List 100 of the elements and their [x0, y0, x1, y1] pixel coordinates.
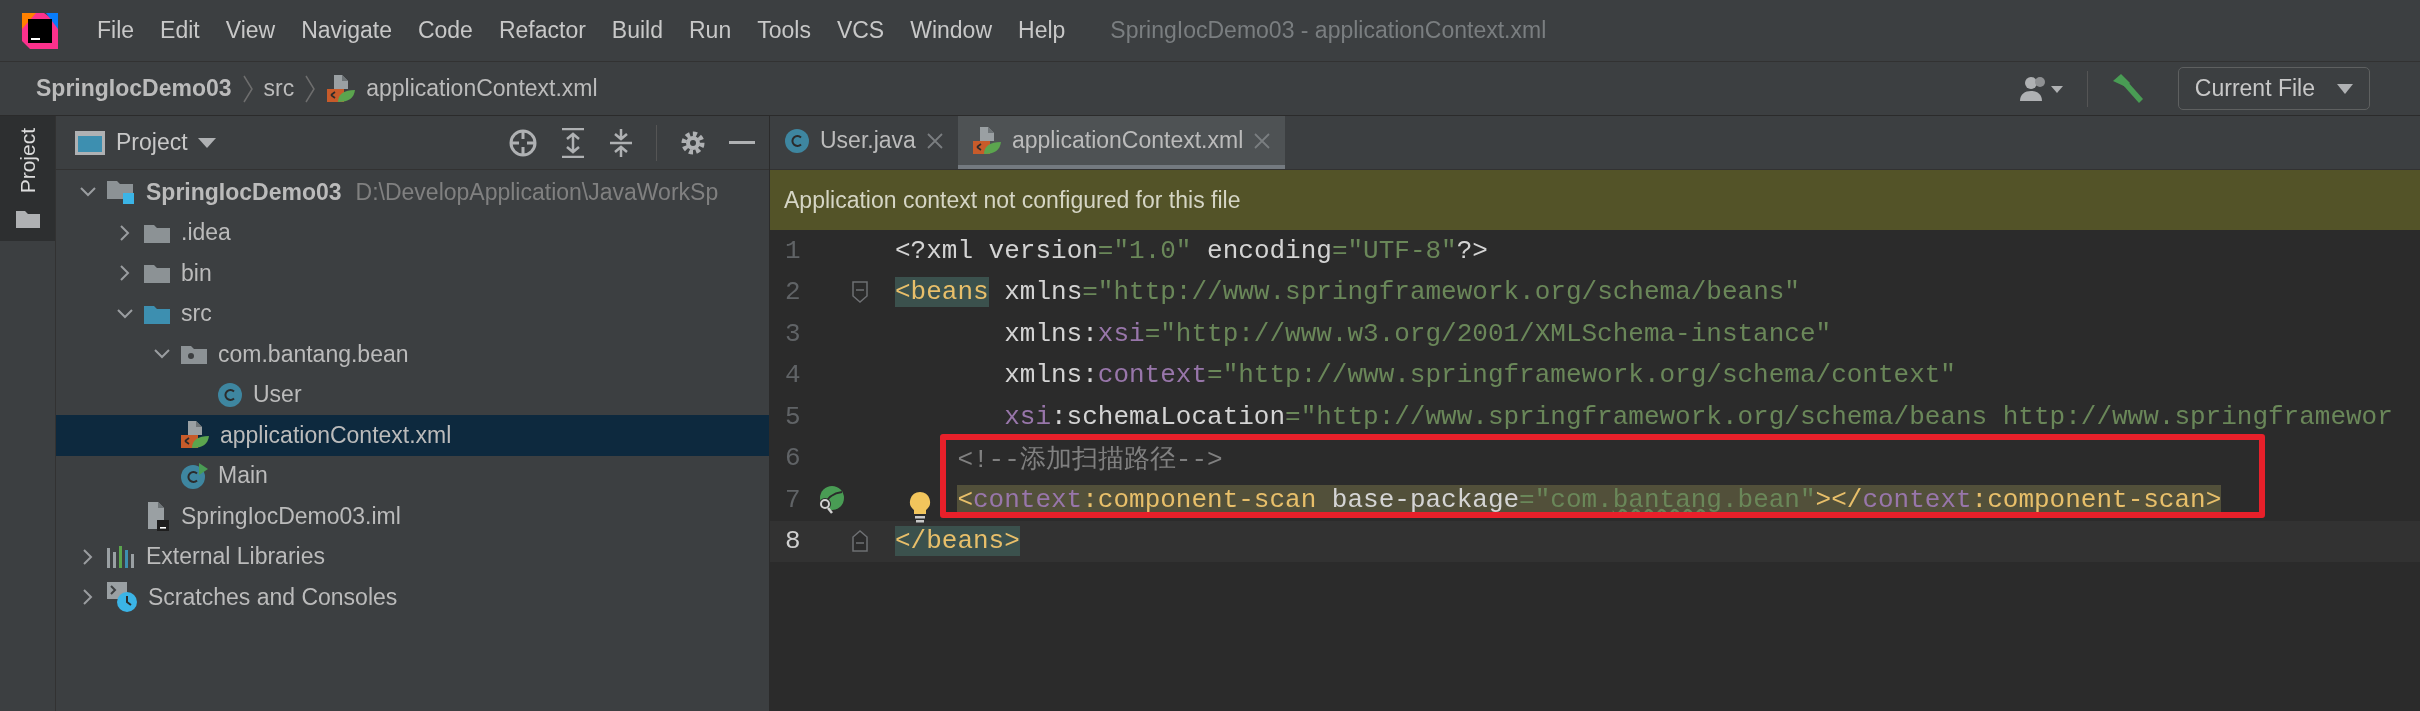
- tree-item-label: Main: [218, 462, 268, 490]
- runnable-class-icon: [180, 461, 208, 490]
- folder-icon: [143, 262, 171, 285]
- expand-all-icon: [560, 127, 586, 158]
- tree-item-label: applicationContext.xml: [220, 421, 452, 449]
- code-token: ="http://www.springframework.org/schema/beans http://www.springframewor: [1285, 401, 2393, 432]
- menu-item[interactable]: Code: [406, 13, 484, 48]
- code-token: ="1.0": [1097, 235, 1192, 266]
- tree-item[interactable]: com.bantang.bean: [56, 334, 769, 375]
- code-token: </beans>: [895, 526, 1020, 557]
- tool-window-tab[interactable]: Project: [0, 116, 55, 242]
- menu-item[interactable]: File: [86, 13, 146, 48]
- code-token: :schemaLocation: [1051, 401, 1286, 432]
- code-token: encoding: [1206, 235, 1332, 266]
- line-number: 4: [784, 360, 802, 391]
- code-token: xmlns:: [1004, 360, 1098, 391]
- tree-item[interactable]: src: [56, 293, 769, 334]
- tree-item[interactable]: SpringIocDemo03 D:\DevelopApplication\JavaWorkSp: [56, 172, 769, 213]
- menu-item[interactable]: Refactor: [487, 13, 597, 48]
- menu-item[interactable]: Run: [678, 13, 743, 48]
- tree-item-label: bin: [181, 259, 212, 287]
- breadcrumb-item[interactable]: applicationContext.xml: [366, 75, 598, 102]
- tree-item[interactable]: applicationContext.xml: [56, 415, 769, 456]
- xml-file-icon: [971, 125, 1002, 156]
- code-token: <beans: [895, 277, 989, 308]
- code-token: xmlns:: [1004, 318, 1098, 349]
- code-token: <!--添加扫描路径-->: [957, 443, 1223, 476]
- code-token: <: [957, 484, 973, 515]
- window-title: SpringIocDemo03 - applicationContext.xml: [1110, 17, 1547, 44]
- code-token: context: [1097, 360, 1208, 391]
- code-token: :component-scan>: [1971, 484, 2222, 515]
- menu-item[interactable]: View: [214, 13, 287, 48]
- editor-tab[interactable]: User.java: [770, 116, 958, 169]
- menu-item[interactable]: Window: [899, 13, 1003, 48]
- menu-item[interactable]: Navigate: [290, 13, 403, 48]
- libraries-icon: [106, 544, 136, 569]
- code-token: ="http://www.springframework.org/schema/beans": [1082, 277, 1800, 308]
- close-icon: [925, 131, 944, 150]
- menu-item[interactable]: Edit: [149, 13, 211, 48]
- breadcrumb-item[interactable]: SpringIocDemo03: [36, 75, 232, 102]
- tree-item[interactable]: Main: [56, 455, 769, 496]
- tree-item-label: src: [181, 300, 212, 328]
- breadcrumb-item[interactable]: src: [263, 75, 295, 102]
- chevron-separator-icon: [241, 73, 254, 104]
- tree-item[interactable]: External Libraries: [56, 536, 769, 577]
- window-icon: [74, 129, 106, 156]
- close-icon: [1253, 131, 1272, 150]
- line-number: 5: [784, 401, 802, 432]
- tree-item-label: External Libraries: [146, 543, 325, 571]
- tree-item-label: SpringIocDemo03: [146, 178, 342, 206]
- editor-tab[interactable]: applicationContext.xml: [957, 116, 1286, 169]
- code-token: xsi: [1004, 401, 1051, 432]
- lightbulb-icon: [907, 490, 933, 523]
- folder-icon: [14, 209, 41, 230]
- tree-item-label: User: [253, 381, 302, 409]
- run-configuration-dropdown[interactable]: Current File: [2177, 67, 2370, 110]
- panel-title[interactable]: Project: [116, 129, 188, 156]
- fold-icon: [852, 281, 868, 304]
- tree-item[interactable]: SpringIocDemo03.iml: [56, 496, 769, 537]
- project-path: D:\DevelopApplication\JavaWorkSp: [355, 178, 719, 206]
- line-number: 7: [784, 484, 802, 515]
- tree-item-label: .idea: [181, 219, 231, 247]
- code-token: <?xml version: [895, 235, 1098, 266]
- class-icon: [217, 381, 243, 408]
- xml-file-icon: [180, 420, 210, 451]
- code-token: ="http://www.w3.org/2001/XMLSchema-instance": [1144, 318, 1832, 349]
- code-token: ?>: [1456, 235, 1488, 266]
- package-folder-icon: [180, 343, 208, 366]
- code-token: :component-scan: [1082, 484, 1317, 515]
- tree-item[interactable]: bin: [56, 253, 769, 294]
- notification-banner: Application context not configured for this file: [770, 170, 2420, 230]
- code-token: base-package: [1316, 484, 1520, 515]
- code-token: context: [1862, 484, 1972, 515]
- app-logo-icon: [22, 12, 58, 49]
- line-number: 1: [784, 235, 802, 266]
- xml-file-icon: [326, 73, 357, 104]
- menu-item[interactable]: Tools: [746, 13, 822, 48]
- chevron-separator-icon: [304, 73, 317, 104]
- code-token: ="UTF-8": [1331, 235, 1457, 266]
- line-number: 2: [784, 277, 802, 308]
- caret-icon: [2337, 83, 2353, 94]
- tree-item[interactable]: .idea: [56, 212, 769, 253]
- menu-item[interactable]: Help: [1007, 13, 1077, 48]
- collapse-all-icon: [608, 127, 634, 158]
- code-token: context: [973, 484, 1083, 515]
- tree-item-label: com.bantang.bean: [218, 340, 409, 368]
- tree-item[interactable]: Scratches and Consoles: [56, 577, 769, 618]
- code-token: ="http://www.springframework.org/schema/context": [1207, 360, 1956, 391]
- tree-item-label: Scratches and Consoles: [148, 583, 398, 611]
- line-number: 6: [784, 443, 802, 474]
- tree-item[interactable]: User: [56, 374, 769, 415]
- tree-item-label: SpringIocDemo03.iml: [181, 502, 401, 530]
- module-folder-icon: [106, 179, 136, 206]
- fold-icon: [852, 530, 868, 553]
- menu-item[interactable]: VCS: [825, 13, 896, 48]
- menu-item[interactable]: Build: [600, 13, 674, 48]
- code-token: xmlns: [1003, 277, 1083, 308]
- scratches-icon: [106, 581, 138, 614]
- line-number: 8: [784, 526, 802, 557]
- line-number: 3: [784, 318, 802, 349]
